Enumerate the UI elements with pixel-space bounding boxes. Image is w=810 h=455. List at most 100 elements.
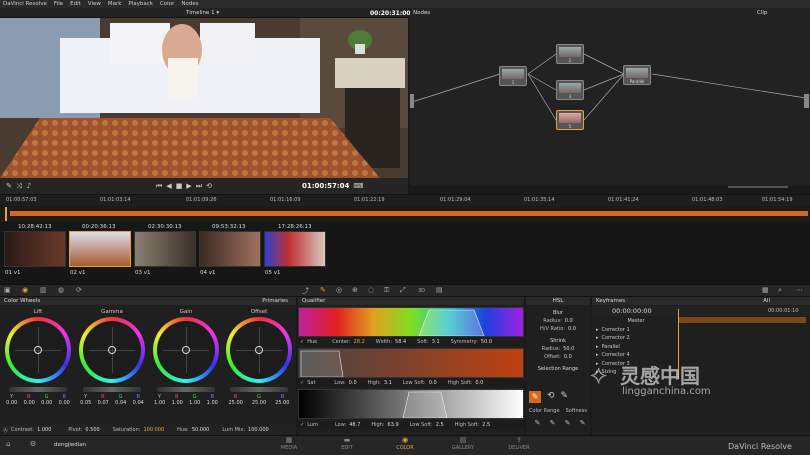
keyframe-row[interactable]: ▸ Corrector 3	[592, 360, 676, 369]
keyframe-row[interactable]: ▸ Corrector 4	[592, 351, 676, 360]
hue-width-value[interactable]: 58.4	[395, 339, 406, 345]
lum-range-graph[interactable]	[298, 389, 524, 419]
lum-lowsoft-value[interactable]: 2.5	[436, 422, 444, 428]
hue-center-value[interactable]: 28.2	[354, 339, 365, 345]
checkbox-icon[interactable]: ✓	[300, 339, 304, 345]
rgb-mixer-icon[interactable]: ▥	[40, 286, 47, 294]
keyframe-master-track[interactable]	[678, 317, 806, 323]
keyframe-playhead[interactable]	[678, 309, 679, 379]
auto-balance-icon[interactable]: Ⓐ	[3, 427, 8, 434]
menu-color[interactable]: Color	[160, 1, 174, 7]
node-4[interactable]: 5	[556, 110, 584, 130]
checkbox-icon[interactable]: ✓	[300, 380, 304, 386]
camera-raw-icon[interactable]: ▣	[4, 286, 11, 294]
picker-icon[interactable]: ✎	[529, 391, 541, 403]
node-3[interactable]: 3	[556, 80, 584, 100]
node-2[interactable]: 2	[556, 44, 584, 64]
node-parallel[interactable]: Parallel	[623, 65, 651, 85]
zoom-slider[interactable]	[728, 186, 788, 188]
loop-icon[interactable]: ⟲	[204, 182, 214, 190]
page-color[interactable]: ◉ COLOR	[390, 436, 420, 451]
keyframe-row[interactable]: ▸ Corrector 1	[592, 326, 676, 335]
contrast-value[interactable]: 1.000	[37, 427, 51, 433]
motion-icon[interactable]: ◍	[58, 286, 64, 294]
channel-values[interactable]: 25.00 25.00 25.00	[224, 400, 294, 406]
offset-master-slider[interactable]	[230, 387, 288, 392]
keyframe-row[interactable]: ▸ Sizing	[592, 368, 676, 377]
hue-symmetry-value[interactable]: 50.0	[481, 339, 492, 345]
lum-high-value[interactable]: 63.9	[388, 422, 399, 428]
node-graph[interactable]: 1 2 3 5 Parallel	[410, 18, 810, 188]
keyframe-row[interactable]: ▸ Corrector 2	[592, 334, 676, 343]
home-icon[interactable]: ⌂	[6, 440, 10, 448]
soft-sub-icon[interactable]: ✎	[580, 419, 586, 427]
shrink-offset-value[interactable]: 0.0	[564, 354, 572, 360]
offset-wheel[interactable]	[226, 317, 292, 383]
shuffle-icon[interactable]: ⤨	[14, 182, 24, 191]
sat-high-value[interactable]: 3.1	[384, 380, 392, 386]
key-icon[interactable]: ⚿	[384, 286, 389, 295]
video-viewer[interactable]	[0, 18, 408, 178]
soft-add-icon[interactable]: ✎	[565, 419, 571, 427]
more-icon[interactable]: ⋯	[796, 286, 803, 294]
stereo-3d-icon[interactable]: 3D	[418, 288, 425, 294]
picker-minus-icon[interactable]: ✎	[561, 391, 569, 403]
settings-icon[interactable]: ⚙	[30, 440, 36, 448]
page-media[interactable]: ▦ MEDIA	[274, 436, 304, 451]
lum-highsoft-value[interactable]: 2.5	[482, 422, 490, 428]
gain-wheel[interactable]	[153, 317, 219, 383]
keyframes-filter[interactable]: All	[763, 298, 770, 304]
channel-values[interactable]: 0.00 0.00 0.00 0.00	[3, 400, 73, 406]
timeline-selector[interactable]: Timeline 1 ▾	[186, 10, 219, 16]
lum-low-value[interactable]: 48.7	[349, 422, 360, 428]
sat-highsoft-value[interactable]: 0.0	[475, 380, 483, 386]
window-icon[interactable]: ◎	[336, 286, 342, 294]
color-wheels-icon[interactable]: ◉	[22, 286, 28, 294]
nodes-mode-selector[interactable]: Clip	[757, 10, 767, 16]
menu-view[interactable]: View	[88, 1, 101, 7]
menu-file[interactable]: File	[54, 1, 63, 7]
speaker-icon[interactable]: ♪	[24, 182, 34, 190]
pivot-value[interactable]: 0.500	[85, 427, 99, 433]
reverse-play-icon[interactable]: ◀	[164, 182, 174, 190]
node-1[interactable]: 1	[499, 66, 527, 86]
blur-icon[interactable]: ◌	[368, 286, 374, 294]
lift-wheel[interactable]	[5, 317, 71, 383]
menu-edit[interactable]: Edit	[70, 1, 81, 7]
timeline-track[interactable]	[0, 206, 810, 222]
hue-range-graph[interactable]	[298, 307, 524, 337]
blur-radius-value[interactable]: 0.0	[565, 318, 573, 324]
gamma-master-slider[interactable]	[83, 387, 141, 392]
page-gallery[interactable]: ▤ GALLERY	[448, 436, 478, 451]
hue-soft-value[interactable]: 3.1	[432, 339, 440, 345]
sat-low-value[interactable]: 0.0	[349, 380, 357, 386]
page-deliver[interactable]: ⇪ DELIVER	[504, 436, 534, 451]
blur-hv-value[interactable]: 0.0	[568, 326, 576, 332]
subtract-range-icon[interactable]: ✎	[550, 419, 556, 427]
lift-master-slider[interactable]	[9, 387, 67, 392]
primaries-mode[interactable]: Primaries	[262, 298, 288, 304]
refresh-icon[interactable]: ⟳	[76, 286, 82, 294]
qualifier-icon[interactable]: ✎	[320, 286, 326, 294]
menu-nodes[interactable]: Nodes	[181, 1, 198, 7]
keyboard-icon[interactable]: ⌨	[353, 182, 363, 190]
grid-icon[interactable]: ▦	[762, 286, 769, 294]
channel-values[interactable]: 1.00 1.00 1.00 1.00	[151, 400, 221, 406]
menu-mark[interactable]: Mark	[108, 1, 122, 7]
stop-icon[interactable]: ■	[174, 182, 184, 190]
keyframe-row[interactable]: Master	[592, 317, 676, 326]
checkbox-icon[interactable]: ✓	[300, 422, 304, 428]
channel-values[interactable]: 0.05 0.07 0.04 0.04	[77, 400, 147, 406]
clip-thumbnail-1[interactable]	[4, 231, 66, 267]
jump-end-icon[interactable]: ⏭	[194, 182, 204, 191]
tracker-icon[interactable]: ⊕	[352, 286, 358, 294]
clip-thumbnail-3[interactable]	[134, 231, 196, 267]
sat-range-graph[interactable]	[298, 348, 524, 378]
sat-lowsoft-value[interactable]: 0.0	[429, 380, 437, 386]
gain-master-slider[interactable]	[157, 387, 215, 392]
play-icon[interactable]: ▶	[184, 182, 194, 190]
page-edit[interactable]: ▬ EDIT	[332, 436, 362, 451]
clip-thumbnail-5[interactable]	[264, 231, 326, 267]
eyedropper-icon[interactable]: ✎	[4, 182, 14, 190]
clip-thumbnail-2[interactable]	[69, 231, 131, 267]
